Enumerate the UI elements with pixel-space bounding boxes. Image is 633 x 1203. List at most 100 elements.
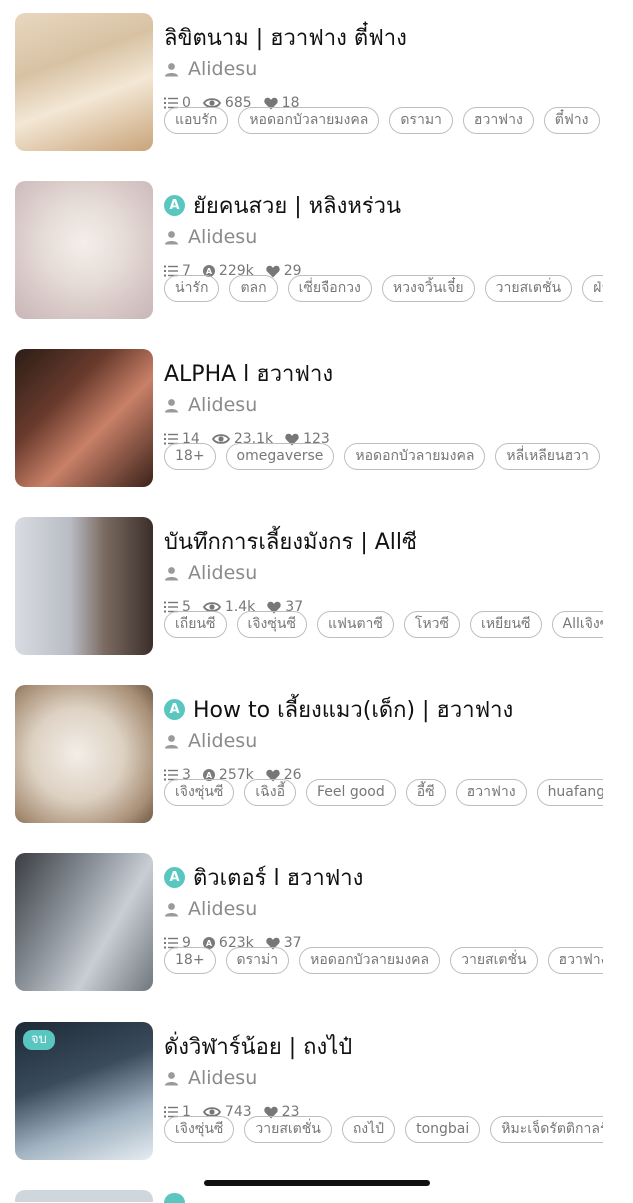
cover-image: [15, 13, 153, 151]
cover-image: [15, 349, 153, 487]
author-row[interactable]: Alidesu: [164, 728, 257, 754]
tag-chip[interactable]: โหวซี: [403, 611, 461, 638]
story-cover[interactable]: [15, 13, 153, 151]
tag-chip[interactable]: หอดอกบัวลายมงคล: [299, 947, 441, 974]
story-cover[interactable]: [15, 685, 153, 823]
story-list: ลิขิตนาม | ฮวาฟาง ตี๋ฟาง Alidesu 0 685 1…: [0, 0, 633, 1200]
story-title[interactable]: ยัยคนสวย | หลิงหร่วน: [193, 188, 401, 223]
story-title[interactable]: ลิขิตนาม | ฮวาฟาง ตี๋ฟาง: [164, 20, 407, 55]
story-card[interactable]: บันทึกการเลี้ยงมังกร | Allซี Alidesu 5 1…: [0, 504, 633, 672]
tag-chip[interactable]: ฮวาฟาง: [455, 779, 527, 806]
tag-chip[interactable]: เฉิงอี้: [244, 779, 296, 806]
story-cover[interactable]: [15, 853, 153, 991]
tag-chip[interactable]: เหยียนซี: [470, 611, 542, 638]
story-card[interactable]: จบ ดั่งวิฬาร์น้อย | ถงไป๋ Alidesu 1 743 …: [0, 1009, 633, 1177]
person-icon: [164, 398, 179, 413]
person-icon: [164, 62, 179, 77]
cover-image: [15, 853, 153, 991]
author-row[interactable]: Alidesu: [164, 1065, 257, 1091]
tag-list: น่ารัก ตลก เซี่ยจือกวง หวงจวิ้นเจี๋ย วายสเตช…: [164, 275, 603, 305]
tag-chip[interactable]: ดราม่า: [225, 947, 290, 974]
tag-list: เจิงซุ่นซี วายสเตชั่น ถงไป๋ tongbai หิมะเจ็ด…: [164, 1116, 603, 1146]
tag-chip[interactable]: ฮวาฟาง: [547, 947, 603, 974]
author-name[interactable]: Alidesu: [188, 58, 257, 80]
story-title[interactable]: ดั่งวิฬาร์น้อย | ถงไป๋: [164, 1029, 352, 1064]
title-row[interactable]: A ยัยคนสวย | หลิงหร่วน: [164, 188, 401, 222]
tag-chip[interactable]: เจิงซุ่นซี: [164, 779, 235, 806]
author-row[interactable]: Alidesu: [164, 896, 257, 922]
cover-image: [15, 685, 153, 823]
author-row[interactable]: Alidesu: [164, 560, 257, 586]
story-title[interactable]: ALPHA l ฮวาฟาง: [164, 356, 333, 391]
a-badge-icon: A: [164, 866, 185, 888]
tag-chip[interactable]: หอดอกบัวลายมงคล: [344, 443, 486, 470]
title-row[interactable]: A ติวเตอร์ l ฮวาฟาง: [164, 860, 363, 894]
tag-chip[interactable]: วายสเตชั่น: [244, 1116, 332, 1143]
tag-chip[interactable]: ฮวาฟาง: [462, 107, 534, 134]
story-card[interactable]: ลิขิตนาม | ฮวาฟาง ตี๋ฟาง Alidesu 0 685 1…: [0, 0, 633, 168]
story-title[interactable]: ติวเตอร์ l ฮวาฟาง: [193, 860, 363, 895]
author-row[interactable]: Alidesu: [164, 224, 257, 250]
tag-chip[interactable]: เจิงซุ่นซี: [236, 611, 307, 638]
tag-chip[interactable]: Allเจิงซุ่นซี: [551, 611, 603, 638]
story-cover[interactable]: จบ: [15, 1022, 153, 1160]
tag-chip[interactable]: ตลก: [229, 275, 278, 302]
tag-list: 18+ omegaverse หอดอกบัวลายมงคล หลี่เหลียนฮว…: [164, 443, 603, 473]
author-name[interactable]: Alidesu: [188, 394, 257, 416]
tag-chip[interactable]: huafang: [536, 779, 603, 806]
tag-chip[interactable]: เถียนซี: [164, 611, 227, 638]
tag-chip[interactable]: Feel good: [305, 779, 396, 806]
tag-chip[interactable]: 18+: [164, 443, 216, 470]
author-name[interactable]: Alidesu: [188, 730, 257, 752]
tag-chip[interactable]: แฟนตาซี: [316, 611, 394, 638]
tag-chip[interactable]: อี้ซี: [405, 779, 446, 806]
author-row[interactable]: Alidesu: [164, 56, 257, 82]
tag-list: เถียนซี เจิงซุ่นซี แฟนตาซี โหวซี เหยียนซี All…: [164, 611, 603, 641]
title-row[interactable]: A How to เลี้ยงแมว(เด็ก) | ฮวาฟาง: [164, 692, 513, 726]
tag-chip[interactable]: วายสเตชั่น: [484, 275, 573, 302]
author-name[interactable]: Alidesu: [188, 226, 257, 248]
story-title[interactable]: บันทึกการเลี้ยงมังกร | Allซี: [164, 524, 417, 559]
story-card[interactable]: A How to เลี้ยงแมว(เด็ก) | ฮวาฟาง Alides…: [0, 672, 633, 840]
story-title[interactable]: How to เลี้ยงแมว(เด็ก) | ฮวาฟาง: [193, 692, 513, 727]
author-name[interactable]: Alidesu: [188, 898, 257, 920]
story-cover[interactable]: [15, 349, 153, 487]
author-name[interactable]: Alidesu: [188, 1067, 257, 1089]
person-icon: [164, 902, 179, 917]
story-card[interactable]: A ติวเตอร์ l ฮวาฟาง Alidesu 9 A 623k 37 …: [0, 840, 633, 1008]
tag-chip[interactable]: ดรามา: [389, 107, 453, 134]
tag-chip[interactable]: ตี๋ฟาง: [543, 107, 600, 134]
tag-chip[interactable]: หลี่เหลียนฮวา: [495, 443, 600, 470]
title-row[interactable]: ALPHA l ฮวาฟาง: [164, 356, 333, 390]
tag-chip[interactable]: เจิงซุ่นซี: [164, 1116, 235, 1143]
tag-list: 18+ ดราม่า หอดอกบัวลายมงคล วายสเตชั่น ฮวาฟาง: [164, 947, 603, 977]
story-card[interactable]: ALPHA l ฮวาฟาง Alidesu 14 23.1k 123 18+ …: [0, 336, 633, 504]
story-card[interactable]: A ยัยคนสวย | หลิงหร่วน Alidesu 7 A 229k …: [0, 168, 633, 336]
title-row[interactable]: บันทึกการเลี้ยงมังกร | Allซี: [164, 524, 417, 558]
tag-chip[interactable]: หอดอกบัวลายมงคล: [238, 107, 380, 134]
tag-chip[interactable]: แอบรัก: [164, 107, 229, 134]
tag-chip[interactable]: วายสเตชั่น: [450, 947, 538, 974]
tag-chip[interactable]: ถงไป๋: [341, 1116, 396, 1143]
tag-chip[interactable]: ฝ่ามื: [582, 275, 603, 302]
home-indicator[interactable]: [204, 1180, 430, 1186]
story-cover[interactable]: [15, 517, 153, 655]
tag-chip[interactable]: น่ารัก: [164, 275, 220, 302]
tag-chip[interactable]: tongbai: [405, 1116, 481, 1143]
title-row[interactable]: ลิขิตนาม | ฮวาฟาง ตี๋ฟาง: [164, 20, 407, 54]
tag-chip[interactable]: หิมะเจ็ดรัตติกาลรัก: [490, 1116, 603, 1143]
next-story-cover-peek: [15, 1190, 153, 1202]
tag-list: เจิงซุ่นซี เฉิงอี้ Feel good อี้ซี ฮวาฟาง hua…: [164, 779, 603, 809]
author-row[interactable]: Alidesu: [164, 392, 257, 418]
title-row[interactable]: ดั่งวิฬาร์น้อย | ถงไป๋: [164, 1029, 352, 1063]
tag-chip[interactable]: omegaverse: [225, 443, 335, 470]
person-icon: [164, 230, 179, 245]
tag-chip[interactable]: 18+: [164, 947, 216, 974]
a-badge-icon: A: [164, 194, 185, 216]
author-name[interactable]: Alidesu: [188, 562, 257, 584]
cover-image: [15, 517, 153, 655]
tag-chip[interactable]: เซี่ยจือกวง: [287, 275, 372, 302]
person-icon: [164, 1071, 179, 1086]
story-cover[interactable]: [15, 181, 153, 319]
tag-chip[interactable]: หวงจวิ้นเจี๋ย: [381, 275, 475, 302]
